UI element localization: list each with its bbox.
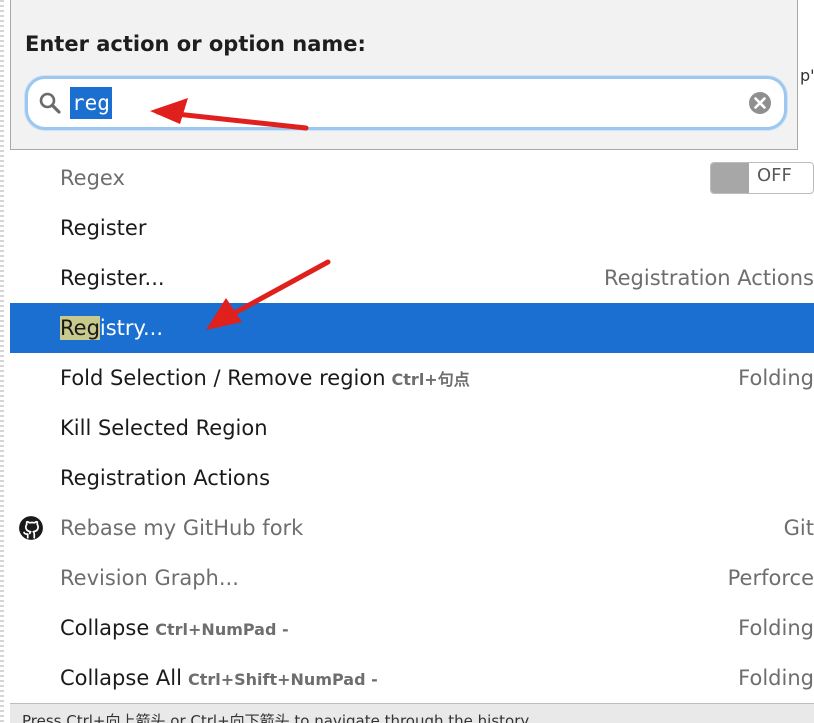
list-item-shortcut: Ctrl+句点: [391, 370, 470, 389]
clear-icon[interactable]: [748, 91, 772, 115]
list-item-kill-region[interactable]: Kill Selected Region: [10, 403, 814, 453]
list-item-label-text: Collapse All: [60, 666, 182, 690]
search-icon: [39, 92, 61, 114]
list-item-group: Git: [783, 516, 814, 540]
popup-header: Enter action or option name: reg: [10, 0, 798, 150]
navigation-hint: Press Ctrl+向上箭头 or Ctrl+向下箭头 to navigate…: [22, 712, 530, 723]
list-item-label: Registration Actions: [60, 466, 271, 490]
toggle-knob: [711, 163, 749, 193]
list-item-label: Collapse All Ctrl+Shift+NumPad -: [60, 666, 378, 690]
list-item-register[interactable]: Register: [10, 203, 814, 253]
list-item-group: Folding: [738, 666, 814, 690]
list-item-revision-graph[interactable]: Revision Graph... Perforce: [10, 553, 814, 603]
list-item-register-dialog[interactable]: Register... Registration Actions: [10, 253, 814, 303]
list-item-label-text: Collapse: [60, 616, 150, 640]
list-item-group: Perforce: [727, 566, 814, 590]
list-item-label-rest: istry...: [99, 316, 164, 340]
background-text-fragment: p': [800, 66, 814, 85]
list-item-group: Registration Actions: [603, 266, 814, 290]
match-highlight: Reg: [60, 316, 100, 340]
list-item-shortcut: Ctrl+Shift+NumPad -: [187, 670, 378, 689]
github-icon: [19, 516, 43, 540]
list-item-label: Kill Selected Region: [60, 416, 268, 440]
list-item-shortcut: Ctrl+NumPad -: [155, 620, 289, 639]
list-item-label: Regex: [60, 166, 125, 190]
list-item-label: Register...: [60, 266, 165, 290]
list-item-label: Registry...: [60, 316, 163, 340]
popup-title: Enter action or option name:: [25, 32, 366, 56]
list-item-registration-actions[interactable]: Registration Actions: [10, 453, 814, 503]
toggle-state: OFF: [757, 165, 792, 186]
list-item-label: Rebase my GitHub fork: [60, 516, 304, 540]
regex-toggle[interactable]: OFF: [710, 162, 814, 194]
list-item-label: Revision Graph...: [60, 566, 239, 590]
list-item-registry[interactable]: Registry...: [10, 303, 814, 353]
list-item-label: Register: [60, 216, 147, 240]
list-item-rebase-github[interactable]: Rebase my GitHub fork Git: [10, 503, 814, 553]
hint-footer: Press Ctrl+向上箭头 or Ctrl+向下箭头 to navigate…: [10, 703, 814, 723]
list-item-label: Collapse Ctrl+NumPad -: [60, 616, 289, 640]
list-item-collapse[interactable]: Collapse Ctrl+NumPad - Folding: [10, 603, 814, 653]
search-field[interactable]: reg: [25, 76, 787, 130]
list-item-label-text: Fold Selection / Remove region: [60, 366, 386, 390]
background-border: [0, 0, 4, 722]
search-input[interactable]: reg: [70, 87, 112, 119]
list-item-label: Fold Selection / Remove region Ctrl+句点: [60, 366, 470, 390]
list-item-group: Folding: [738, 616, 814, 640]
list-item-collapse-all[interactable]: Collapse All Ctrl+Shift+NumPad - Folding: [10, 653, 814, 703]
find-action-popup: Enter action or option name: reg p' Rege…: [10, 0, 814, 723]
list-item-group: Folding: [738, 366, 814, 390]
list-item-fold-selection[interactable]: Fold Selection / Remove region Ctrl+句点 Fo…: [10, 353, 814, 403]
list-item-regex[interactable]: Regex OFF: [10, 153, 814, 203]
